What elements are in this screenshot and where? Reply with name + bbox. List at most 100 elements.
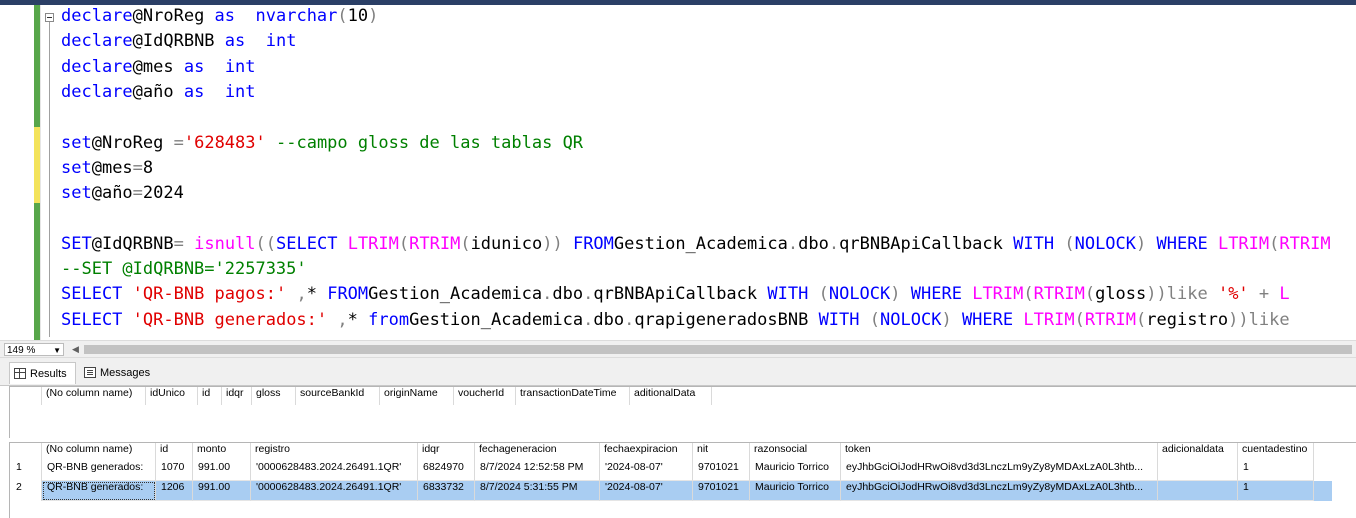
table-cell[interactable] (1158, 461, 1238, 481)
scroll-left-arrow-icon[interactable]: ◀ (72, 344, 79, 355)
code-token: from (368, 309, 410, 330)
column-header[interactable]: originName (380, 387, 454, 405)
code-line[interactable]: SELECT 'QR-BNB pagos:' ,* FROMGestion_Ac… (61, 284, 1290, 309)
zoom-select[interactable]: 149 % ▼ (4, 343, 64, 356)
query-editor[interactable]: declare@NroReg as nvarchar(10) declare@Id… (0, 5, 1356, 340)
code-token: --SET @IdQRBNB='2257335' (61, 259, 307, 279)
code-token: 'QR-BNB pagos:' (132, 284, 287, 305)
row-number-header (10, 387, 42, 405)
code-token: + (1258, 284, 1270, 305)
code-line[interactable]: declare@NroReg as nvarchar(10) (61, 6, 378, 31)
table-cell[interactable]: 6824970 (418, 461, 475, 481)
code-token: WHERE (1156, 233, 1208, 254)
column-header[interactable]: monto (193, 443, 251, 461)
column-header[interactable]: id (156, 443, 193, 461)
code-token: @mes (132, 56, 184, 77)
saved-change-marker (34, 102, 40, 127)
column-header[interactable]: aditionalData (630, 387, 712, 405)
table-cell[interactable]: 8/7/2024 5:31:55 PM (475, 481, 600, 501)
row-number[interactable]: 1 (10, 461, 42, 481)
column-header[interactable]: razonsocial (750, 443, 841, 461)
column-header[interactable]: idUnico (146, 387, 198, 405)
code-token: @IdQRBNB (91, 233, 174, 254)
code-token: RTRIM (1033, 284, 1085, 305)
table-cell[interactable]: eyJhbGciOiJodHRwOi8vd3d3LnczLm9yZy8yMDAx… (841, 461, 1158, 481)
column-header[interactable]: (No column name) (42, 443, 156, 461)
grid-icon (14, 368, 26, 379)
row-number[interactable]: 2 (10, 481, 42, 501)
collapse-region-icon[interactable] (45, 13, 54, 22)
editor-horizontal-scrollbar[interactable]: 149 % ▼ ◀ (0, 340, 1356, 358)
column-header[interactable]: fechaexpiracion (600, 443, 693, 461)
column-header[interactable]: voucherId (454, 387, 516, 405)
code-token: dbo (798, 233, 829, 254)
code-token: L (1279, 284, 1290, 305)
table-cell[interactable]: 991.00 (193, 461, 251, 481)
scrollbar-thumb[interactable] (84, 345, 1352, 354)
code-token: declare (61, 81, 133, 102)
results-grid-pagos[interactable]: (No column name) idUnico id idqr gloss source… (9, 386, 1356, 438)
code-line[interactable]: --SET @IdQRBNB='2257335' (61, 259, 307, 284)
table-cell[interactable]: 1070 (156, 461, 193, 481)
code-token: RTRIM (1279, 233, 1331, 254)
code-line[interactable]: SELECT 'QR-BNB generados:' ,* fromGestio… (61, 310, 1290, 335)
column-header[interactable]: gloss (252, 387, 296, 405)
column-header[interactable]: idqr (222, 387, 252, 405)
table-cell[interactable]: QR-BNB generados: (42, 461, 156, 481)
tab-results[interactable]: Results (9, 362, 76, 384)
column-header[interactable]: adicionaldata (1158, 443, 1238, 461)
table-cell[interactable]: 1 (1238, 461, 1314, 481)
table-cell[interactable]: 6833732 (418, 481, 475, 501)
column-header[interactable]: nit (693, 443, 750, 461)
table-cell[interactable]: 1 (1238, 481, 1314, 501)
results-grid-generados[interactable]: (No column name) id monto registro idqr fecha… (9, 442, 1356, 518)
code-token: LTRIM (1217, 233, 1270, 254)
code-line[interactable]: set@año=2024 (61, 183, 184, 208)
table-cell[interactable]: 8/7/2024 12:52:58 PM (475, 461, 600, 481)
code-line[interactable]: SET@IdQRBNB= isnull((SELECT LTRIM(RTRIM(… (61, 234, 1331, 259)
table-cell[interactable]: QR-BNB generados: (42, 481, 156, 501)
table-cell[interactable]: '0000628483.2024.26491.1QR' (251, 481, 418, 501)
table-cell[interactable]: '2024-08-07' (600, 461, 693, 481)
code-line[interactable]: set@mes=8 (61, 158, 153, 183)
code-token: like (1248, 309, 1290, 330)
column-header[interactable]: fechageneracion (475, 443, 600, 461)
table-cell[interactable]: 9701021 (693, 461, 750, 481)
code-token: WHERE (961, 309, 1014, 330)
table-cell[interactable] (1158, 481, 1238, 501)
table-cell[interactable]: '0000628483.2024.26491.1QR' (251, 461, 418, 481)
column-header[interactable]: (No column name) (42, 387, 146, 405)
table-cell[interactable]: 1206 (156, 481, 193, 501)
column-header[interactable]: sourceBankId (296, 387, 380, 405)
tab-messages[interactable]: Messages (80, 362, 156, 384)
code-token: WITH (767, 284, 809, 305)
code-token: dbo (552, 284, 584, 305)
code-token: declare (61, 56, 133, 77)
column-header[interactable]: token (841, 443, 1158, 461)
table-cell[interactable]: Mauricio Torrico (750, 461, 841, 481)
column-header[interactable]: id (198, 387, 222, 405)
column-header[interactable]: registro (251, 443, 418, 461)
table-cell[interactable]: Mauricio Torrico (750, 481, 841, 501)
table-cell[interactable]: '2024-08-07' (600, 481, 693, 501)
code-line[interactable]: declare@año as int (61, 82, 256, 107)
code-line[interactable]: set@NroReg ='628483' --campo gloss de la… (61, 133, 583, 158)
table-cell[interactable]: 9701021 (693, 481, 750, 501)
table-cell[interactable]: eyJhbGciOiJodHRwOi8vd3d3LnczLm9yZy8yMDAx… (841, 481, 1158, 501)
column-header[interactable]: idqr (418, 443, 475, 461)
column-header[interactable]: cuentadestino (1238, 443, 1314, 461)
code-token: qrapigeneradosBNB (634, 309, 809, 330)
code-line[interactable]: declare@IdQRBNB as int (61, 31, 296, 56)
code-line[interactable]: declare@mes as int (61, 57, 256, 82)
code-token: as (183, 81, 205, 102)
table-cell[interactable]: 991.00 (193, 481, 251, 501)
column-header[interactable]: transactionDateTime (516, 387, 630, 405)
code-token: 2024 (142, 183, 184, 204)
code-token: qrBNBApiCallback (593, 284, 758, 305)
